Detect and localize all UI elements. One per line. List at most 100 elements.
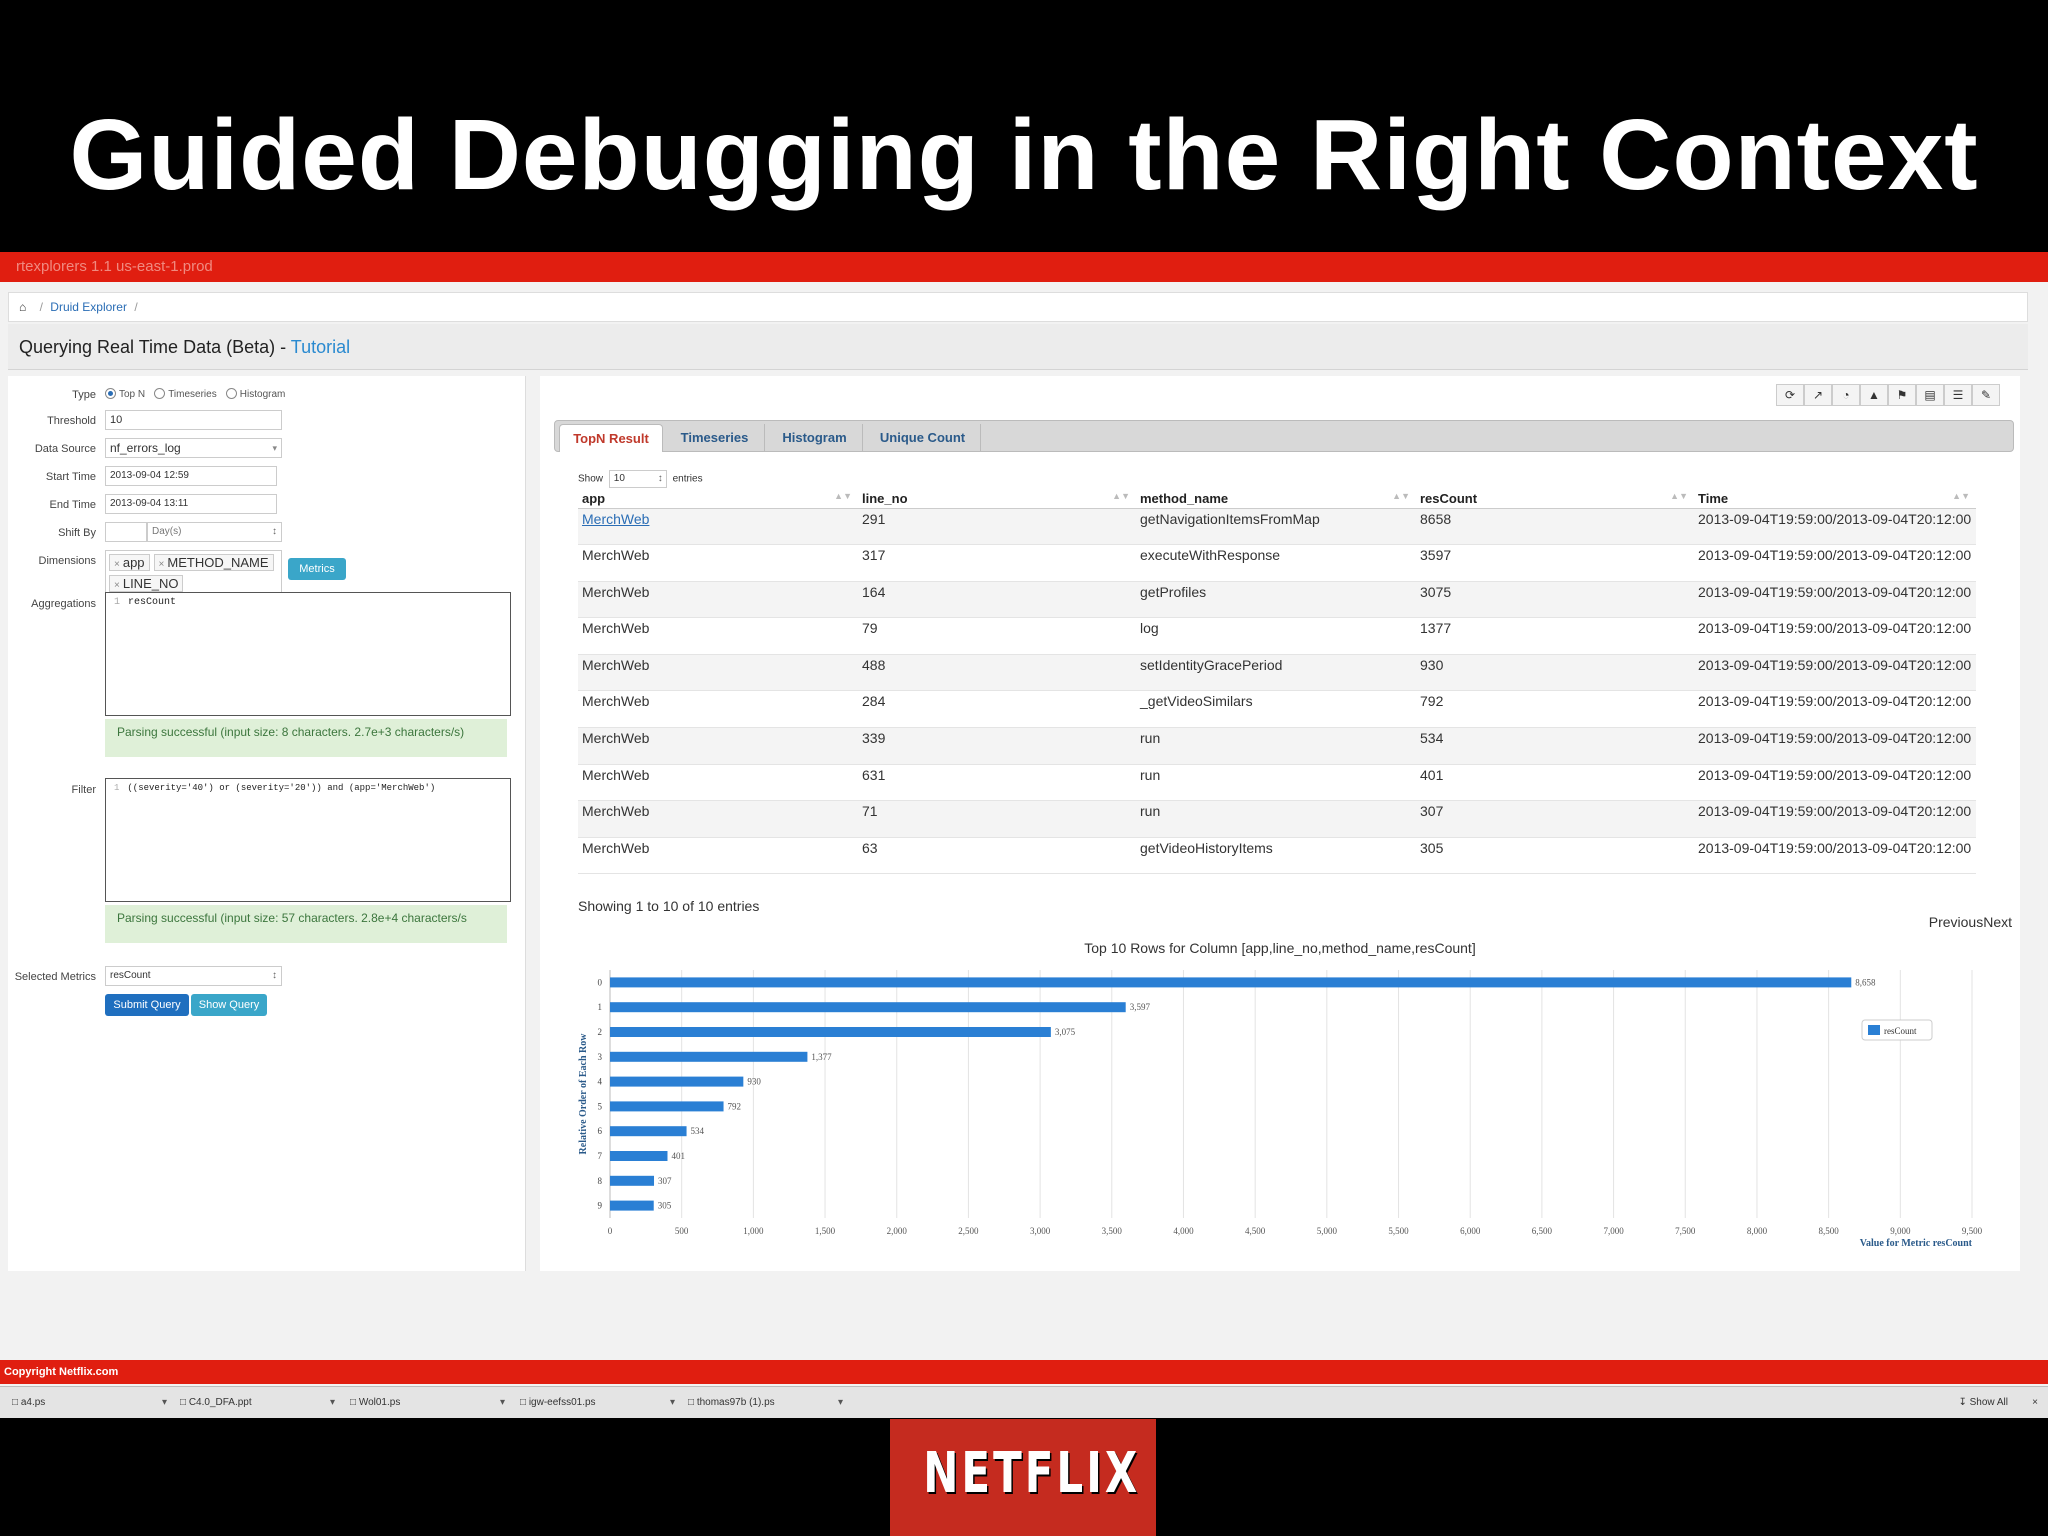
remove-icon[interactable]: × xyxy=(159,559,165,570)
table-cell-method-name: executeWithResponse xyxy=(1136,544,1416,582)
column-header-method-name[interactable]: method_name ▲▼ xyxy=(1136,490,1416,509)
y-tick-label: 7 xyxy=(598,1151,603,1161)
column-header-line-no[interactable]: line_no ▲▼ xyxy=(858,490,1136,509)
y-axis-label: Relative Order of Each Row xyxy=(578,1033,589,1155)
dimension-tag[interactable]: × app xyxy=(109,554,150,571)
remove-icon[interactable]: × xyxy=(114,559,120,570)
close-icon[interactable]: × xyxy=(2032,1395,2038,1411)
table-row[interactable]: MerchWeb 284 _getVideoSimilars 792 2013-09-0… xyxy=(578,690,1976,729)
page-title-text: Querying Real Time Data (Beta) - xyxy=(19,337,291,357)
data-label: 305 xyxy=(658,1201,672,1211)
table-cell-app[interactable]: MerchWeb xyxy=(578,508,858,546)
aggregations-label: Aggregations xyxy=(31,598,96,610)
area-chart-icon[interactable]: ▲ xyxy=(1860,384,1888,406)
pie-chart-icon[interactable]: ◔ xyxy=(1832,384,1860,406)
radio-timeseries[interactable] xyxy=(154,388,166,399)
table-cell-time: 2013-09-04T19:59:00/2013-09-04T20:12:00 xyxy=(1694,544,1976,582)
tab-timeseries[interactable]: Timeseries xyxy=(665,424,765,452)
radio-histogram-label: Histogram xyxy=(239,389,286,400)
column-header-label: method_name xyxy=(1140,491,1229,507)
filter-editor[interactable]: 1 ((severity='40') or (severity='20')) an… xyxy=(105,778,511,902)
bar-chart-icon[interactable]: ▤ xyxy=(1916,384,1944,406)
start-time-input[interactable]: 2013-09-04 12:59 xyxy=(105,466,277,486)
download-item[interactable]: □ Wol01.ps ▾ xyxy=(350,1395,505,1411)
end-time-input[interactable]: 2013-09-04 13:11 xyxy=(105,494,277,514)
table-row[interactable]: MerchWeb 631 run 401 2013-09-04T19:59:00/201… xyxy=(578,764,1976,802)
table-row[interactable]: MerchWeb 317 executeWithResponse 3597 2013-0… xyxy=(578,544,1976,582)
table-row[interactable]: MerchWeb 164 getProfiles 3075 2013-09-04T19:… xyxy=(578,581,1976,619)
entries-select[interactable]: 10 xyxy=(608,470,667,488)
table-icon[interactable]: ☰ xyxy=(1944,384,1972,406)
line-number: 1 xyxy=(114,783,120,793)
selected-metrics-select[interactable]: resCount ↕ xyxy=(105,966,282,986)
chevron-down-icon[interactable]: ▾ xyxy=(500,1395,505,1411)
home-icon[interactable]: ⌂ xyxy=(19,300,26,314)
column-header-time[interactable]: Time ▲▼ xyxy=(1694,490,1976,509)
y-tick-label: 1 xyxy=(598,1002,603,1012)
aggregations-editor[interactable]: 1 resCount xyxy=(105,592,511,716)
table-cell-rescount: 3075 xyxy=(1416,581,1694,619)
table-cell-app: MerchWeb xyxy=(578,654,858,692)
breadcrumb-druid-explorer[interactable]: Druid Explorer xyxy=(50,300,127,314)
show-query-button[interactable]: Show Query xyxy=(191,994,267,1016)
refresh-icon[interactable]: ⟳ xyxy=(1776,384,1804,406)
entries-label: entries xyxy=(672,473,703,485)
shift-unit-select[interactable]: Day(s) ↕ xyxy=(147,522,282,542)
dimension-tag[interactable]: × LINE_NO xyxy=(109,575,184,592)
remove-icon[interactable]: × xyxy=(114,580,120,591)
table-row[interactable]: MerchWeb 79 log 1377 2013-09-04T19:59:00/201… xyxy=(578,617,1976,655)
chevron-down-icon[interactable]: ▾ xyxy=(330,1395,335,1411)
show-label: Show xyxy=(578,473,604,485)
table-row[interactable]: MerchWeb 63 getVideoHistoryItems 305 2013-09… xyxy=(578,837,1976,875)
type-label: Type xyxy=(72,389,96,401)
flag-icon[interactable]: ⚑ xyxy=(1888,384,1916,406)
download-item[interactable]: □ C4.0_DFA.ppt ▾ xyxy=(180,1395,335,1411)
metrics-button[interactable]: Metrics xyxy=(288,558,346,580)
radio-histogram[interactable] xyxy=(225,388,237,399)
datasource-select[interactable]: nf_errors_log ▾ xyxy=(105,438,282,458)
table-cell-app: MerchWeb xyxy=(578,727,858,765)
table-cell-rescount: 3597 xyxy=(1416,544,1694,582)
radio-topn[interactable] xyxy=(105,388,116,399)
table-cell-method-name: _getVideoSimilars xyxy=(1136,690,1416,729)
chevron-down-icon: ▾ xyxy=(272,443,277,453)
next-button[interactable]: Next xyxy=(1983,914,2012,930)
table-row[interactable]: MerchWeb 488 setIdentityGracePeriod 930 2013… xyxy=(578,654,1976,692)
column-header-rescount[interactable]: resCount ▲▼ xyxy=(1416,490,1694,509)
x-tick-label: 9,500 xyxy=(1962,1226,1983,1236)
results-tabs: TopN Result Timeseries Histogram Unique … xyxy=(554,420,2014,452)
show-all-button[interactable]: ↧ Show All xyxy=(1958,1395,2008,1411)
x-tick-label: 6,000 xyxy=(1460,1226,1481,1236)
table-info: Showing 1 to 10 of 10 entries xyxy=(578,898,760,914)
threshold-input[interactable]: 10 xyxy=(105,410,282,430)
chevron-down-icon[interactable]: ▾ xyxy=(162,1395,167,1411)
chevron-down-icon[interactable]: ▾ xyxy=(838,1395,843,1411)
submit-query-button[interactable]: Submit Query xyxy=(105,994,189,1016)
chevron-down-icon[interactable]: ▾ xyxy=(670,1395,675,1411)
download-item[interactable]: □ a4.ps ▾ xyxy=(12,1395,167,1411)
download-item[interactable]: □ igw-eefss01.ps ▾ xyxy=(520,1395,675,1411)
tab-histogram[interactable]: Histogram xyxy=(767,424,863,452)
dimension-tag[interactable]: × METHOD_NAME xyxy=(153,554,274,571)
column-header-app[interactable]: app ▲▼ xyxy=(578,490,858,509)
tutorial-link[interactable]: Tutorial xyxy=(291,337,350,357)
tab-unique-count[interactable]: Unique Count xyxy=(865,424,981,452)
tab-topn-result[interactable]: TopN Result xyxy=(559,424,663,452)
table-row[interactable]: MerchWeb 71 run 307 2013-09-04T19:59:00/2013… xyxy=(578,800,1976,838)
x-tick-label: 1,500 xyxy=(815,1226,836,1236)
line-chart-icon[interactable]: ↗ xyxy=(1804,384,1832,406)
table-cell-app: MerchWeb xyxy=(578,800,858,838)
breadcrumb: ⌂ / Druid Explorer / xyxy=(8,292,2028,322)
filter-code: ((severity='40') or (severity='20')) and… xyxy=(127,783,436,793)
table-row[interactable]: MerchWeb 291 getNavigationItemsFromMap 8658… xyxy=(578,508,1976,546)
legend-swatch xyxy=(1868,1025,1880,1035)
download-item[interactable]: □ thomas97b (1).ps ▾ xyxy=(688,1395,843,1411)
table-cell-line-no: 284 xyxy=(858,690,1136,729)
dimensions-tag-input[interactable]: × app × METHOD_NAME × LINE_NO xyxy=(105,550,282,596)
downloads-bar: □ a4.ps ▾ □ C4.0_DFA.ppt ▾ □ Wol01.ps ▾ □ i… xyxy=(0,1386,2048,1418)
table-row[interactable]: MerchWeb 339 run 534 2013-09-04T19:59:00/201… xyxy=(578,727,1976,765)
y-tick-label: 9 xyxy=(598,1201,603,1211)
previous-button[interactable]: Previous xyxy=(1929,914,1983,930)
wrench-icon[interactable]: ✎ xyxy=(1972,384,2000,406)
shift-by-input[interactable] xyxy=(105,522,147,542)
